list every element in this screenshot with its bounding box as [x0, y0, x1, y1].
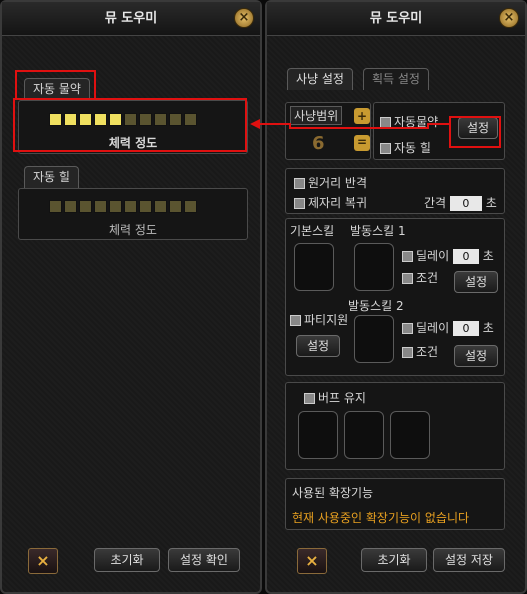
highlight-arrow — [250, 119, 449, 129]
